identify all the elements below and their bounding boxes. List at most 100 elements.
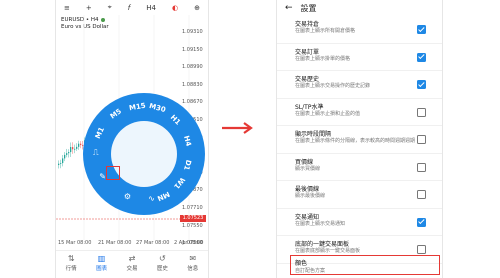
checkbox[interactable] (417, 162, 426, 172)
timeframe-w1[interactable]: W1 (172, 176, 186, 191)
settings-item-desc: 在圖表上顯示交易操作的歷史記錄 (295, 83, 371, 89)
tab-icon: ✉ (189, 254, 197, 263)
settings-item-desc: 顯示最後價線 (295, 193, 326, 199)
timeframe-mn[interactable]: MN (156, 189, 171, 202)
date-tick: 2 Apr 08:00 (174, 240, 204, 246)
timeframe-h4[interactable]: H4 (183, 135, 194, 147)
tab-4[interactable]: ✉ 信息 (179, 254, 207, 272)
color-desc: 自訂配色方案 (295, 268, 326, 274)
settings-item-title: 最後價線 (295, 186, 320, 193)
settings-item[interactable]: 交易訂單 在圖表上顯示掛單的價格 (277, 44, 442, 71)
tab-2[interactable]: ⇄ 交易 (118, 254, 146, 272)
back-arrow-icon[interactable]: ← (285, 3, 293, 13)
settings-item[interactable]: SL/TP水準 在圖表上顯示止損和止盈的值 (277, 99, 442, 126)
settings-item[interactable]: 最後價線 顯示最後價線 (277, 181, 442, 209)
checkbox[interactable] (417, 190, 426, 199)
candle (78, 143, 80, 147)
settings-item-desc: 在圖表上顯示條件的分隔線，表示較高的時間週期週期 (295, 138, 416, 144)
candle (60, 163, 62, 164)
indicator-icon[interactable]: f (128, 4, 130, 12)
settings-item[interactable]: 交易歷史 在圖表上顯示交易操作的歷史記錄 (277, 71, 442, 99)
settings-item[interactable]: 交易持倉 在圖表上顯示所有開倉價格 (277, 16, 442, 44)
timeframe-m1[interactable]: M1 (94, 126, 106, 140)
settings-icon[interactable]: ⚙ (124, 192, 131, 201)
candle (70, 147, 72, 153)
wheel-center (111, 121, 177, 187)
tab-icon: ⇄ (128, 254, 136, 263)
tab-label: 圖表 (96, 266, 108, 272)
price-tick: 1.08990 (182, 64, 203, 71)
settings-item-desc: 顯示買價線 (295, 165, 321, 172)
candle (62, 158, 64, 164)
settings-item-desc: 在圖表上顯示掛單的價格 (295, 55, 351, 62)
trade-icon[interactable]: ⊕ (194, 4, 200, 12)
objects-icon[interactable]: ◐ (172, 4, 178, 12)
tab-0[interactable]: ⇅ 行情 (57, 254, 85, 272)
date-tick: 15 Mar 08:00 (58, 240, 92, 246)
objects-icon[interactable]: ✎ (99, 172, 106, 181)
checkbox[interactable] (417, 25, 426, 34)
tab-1[interactable]: ▥ 圖表 (88, 254, 116, 272)
price-tick: 1.08670 (182, 99, 203, 106)
candle (80, 143, 82, 146)
settings-item-title: 交易歷史 (295, 76, 320, 83)
mt-chart-screen: ≡ + ⌖ f H4 ◐ ⊕ EURUSD • H4 Euro vs US Do… (55, 0, 209, 278)
settings-item[interactable]: 交易通知 在圖表上顯示交易通知 (277, 209, 442, 236)
candle (68, 152, 70, 154)
checkbox[interactable] (417, 80, 426, 89)
settings-list: 交易持倉 在圖表上顯示所有開倉價格 交易訂單 在圖表上顯示掛單的價格 交易歷史 在圖表上顯… (277, 16, 442, 264)
settings-item[interactable]: 顯示時段間隔 在圖表上顯示條件的分隔線，表示較高的時間週期週期 (277, 126, 442, 154)
menu-icon[interactable]: ≡ (64, 4, 70, 12)
tab-icon: ▥ (97, 254, 106, 263)
date-tick: 27 Mar 08:00 (136, 240, 170, 246)
checkbox[interactable] (417, 217, 426, 227)
date-axis: 15 Mar 08:00 21 Mar 08:00 27 Mar 08:00 2 Ap… (56, 240, 208, 248)
tab-label: 信息 (187, 266, 199, 272)
price-tick: 1.07550 (182, 222, 203, 229)
timeframe-d1[interactable]: D1 (182, 159, 192, 171)
candle (58, 163, 60, 165)
timeframe-wheel[interactable]: M1 M5 M15 M30 H1 H4 D1 W1 MN ⚙ ∿ ✎ ⎍ (83, 93, 205, 215)
add-icon[interactable]: + (86, 4, 92, 12)
timeframe-m5[interactable]: M5 (109, 108, 123, 121)
candle (72, 147, 74, 150)
candle (66, 153, 68, 155)
price-tick: 1.08830 (182, 81, 203, 88)
timeframe-m15[interactable]: M15 (128, 101, 146, 112)
settings-item-desc: 在圖表底部顯示一鍵交易面板 (295, 248, 361, 254)
settings-screen: ← 設置 交易持倉 在圖表上顯示所有開倉價格 交易訂單 在圖表上顯示掛單的價格 交易歷史… (276, 0, 443, 278)
checkbox[interactable] (417, 52, 426, 62)
tab-icon: ⇅ (67, 254, 75, 263)
price-tick: 1.09150 (182, 46, 203, 53)
timeframe-button[interactable]: H4 (146, 4, 156, 12)
checkbox[interactable] (417, 107, 426, 117)
candle (74, 148, 76, 150)
color-settings-item[interactable]: 顏色 自訂配色方案 (290, 255, 440, 275)
settings-item-title: 交易持倉 (295, 21, 320, 28)
settings-item[interactable]: 買價線 顯示買價線 (277, 154, 442, 181)
page-title: 設置 (300, 3, 317, 13)
date-tick: 21 Mar 08:00 (98, 240, 132, 246)
timeframe-m30[interactable]: M30 (148, 102, 166, 114)
timeframe-h1[interactable]: H1 (169, 113, 182, 126)
settings-item-title: SL/TP水準 (295, 103, 324, 111)
checkbox[interactable] (417, 135, 426, 144)
chart-type-icon[interactable]: ⎍ (93, 148, 99, 158)
chart-toolbar: ≡ + ⌖ f H4 ◐ ⊕ (56, 0, 208, 15)
settings-item-title: 顯示時段間隔 (295, 131, 332, 138)
current-price-label: 1.07523 (180, 215, 206, 222)
settings-item-title: 底部的一鍵交易面板 (295, 241, 350, 248)
color-title: 顏色 (295, 260, 308, 267)
arrow-right-icon (222, 122, 253, 134)
tab-icon: ↺ (159, 254, 166, 263)
tab-label: 歷史 (156, 266, 168, 272)
settings-item-title: 交易通知 (295, 213, 320, 221)
crosshair-icon[interactable]: ⌖ (108, 3, 112, 12)
tab-3[interactable]: ↺ 歷史 (148, 254, 176, 272)
bottom-tab-bar: ⇅ 行情 ▥ 圖表 ⇄ 交易 ↺ 歷史 ✉ 信息 (56, 250, 208, 278)
tab-label: 行情 (65, 266, 77, 272)
candle (64, 154, 66, 159)
indicators-icon[interactable]: ∿ (148, 194, 155, 203)
checkbox[interactable] (417, 245, 426, 254)
price-tick: 1.07710 (182, 205, 203, 211)
